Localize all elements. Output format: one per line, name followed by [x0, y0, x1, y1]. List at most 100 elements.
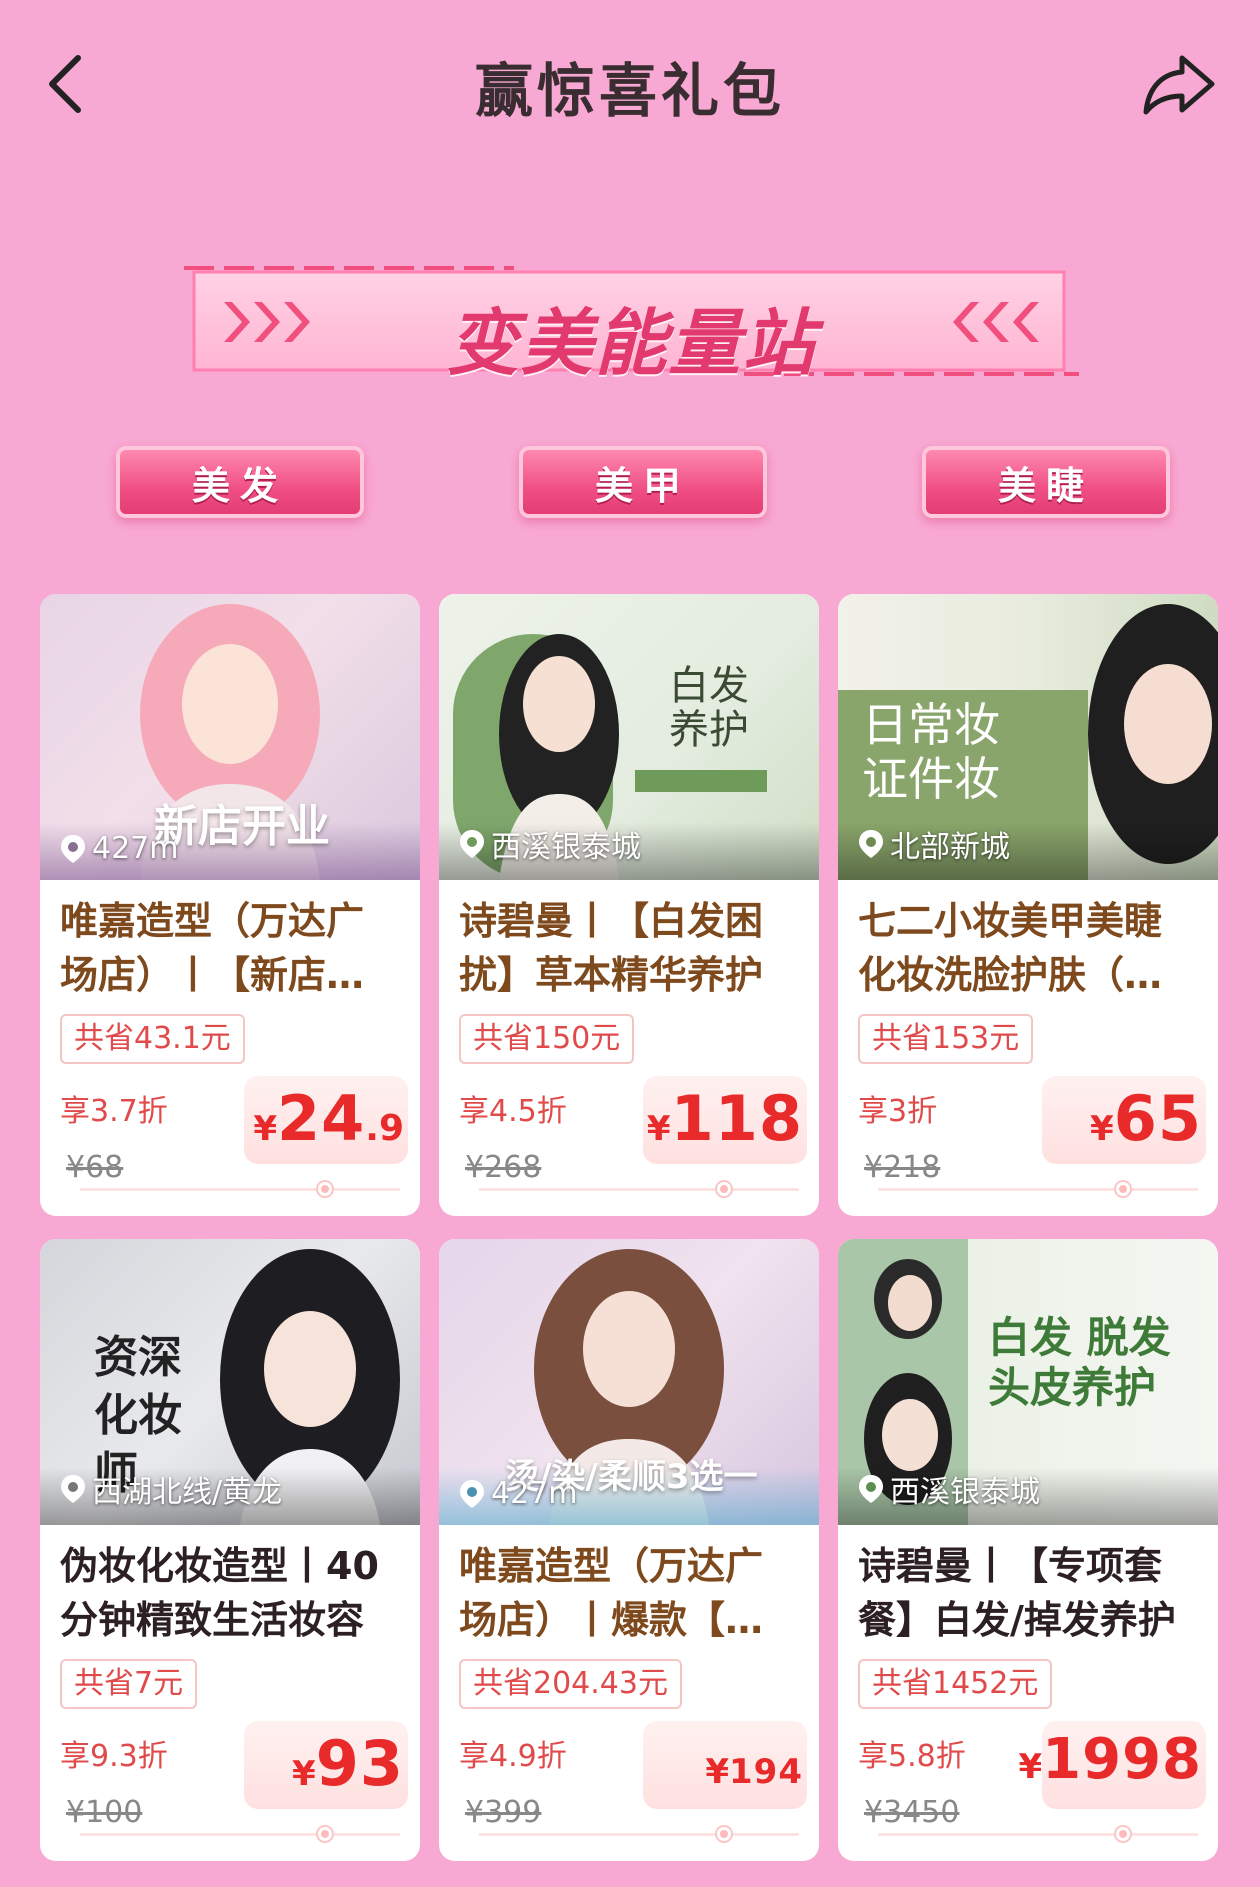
currency-symbol: ¥ — [705, 1752, 730, 1792]
savings-badge: 共省153元 — [858, 1014, 1034, 1064]
discount-text: 享3折 — [858, 1094, 938, 1129]
product-image: 白发 脱发 头皮养护 西溪银泰城 — [838, 1239, 1218, 1525]
location-pin-icon — [460, 830, 484, 858]
location-text: 西溪银泰城 — [491, 830, 641, 865]
original-price: ¥268 — [465, 1150, 542, 1185]
promo-banner: 变美能量站 — [184, 262, 1079, 385]
image-headline: 日常妆 证件妆 — [862, 698, 1000, 806]
location-pin-icon — [61, 1475, 85, 1503]
location-label: 西湖北线/黄龙 — [60, 1467, 282, 1511]
divider-dot — [1116, 1182, 1130, 1196]
card-divider — [479, 1188, 799, 1191]
deal-price: ¥65 — [1090, 1082, 1202, 1155]
divider-dot — [318, 1827, 332, 1841]
share-icon[interactable] — [1142, 52, 1216, 116]
discount-text: 享3.7折 — [60, 1094, 168, 1129]
savings-badge: 共省1452元 — [858, 1659, 1053, 1709]
location-label: 北部新城 — [858, 822, 1010, 866]
deal-title: 唯嘉造型（万达广场店）丨【新店开业】 — [60, 899, 365, 997]
deal-price: ¥93 — [292, 1727, 404, 1800]
divider-dot — [717, 1827, 731, 1841]
deal-title: 唯嘉造型（万达广场店）丨爆款【烫染】 — [459, 1544, 764, 1642]
tab-label: 美甲 — [594, 463, 691, 508]
price-integer: 24 — [276, 1082, 366, 1155]
card-divider — [878, 1833, 1198, 1836]
price-integer: 118 — [670, 1082, 803, 1155]
deal-card[interactable]: 白发养护 西溪银泰城 诗碧曼丨【白发困扰】草本精华养护 共省150元 享4.5折… — [439, 594, 819, 1216]
original-price: ¥399 — [465, 1795, 542, 1830]
savings-badge: 共省150元 — [459, 1014, 635, 1064]
product-image: 日常妆 证件妆 北部新城 — [838, 594, 1218, 880]
card-divider — [80, 1188, 400, 1191]
deal-card[interactable]: 白发 脱发 头皮养护 西溪银泰城 诗碧曼丨【专项套餐】白发/掉发养护 共省145… — [838, 1239, 1218, 1861]
discount-text: 享4.9折 — [459, 1739, 567, 1774]
original-price: ¥68 — [66, 1150, 124, 1185]
location-text: 北部新城 — [890, 830, 1010, 865]
product-image: 烫/染/柔顺3选一 427m — [439, 1239, 819, 1525]
card-divider — [878, 1188, 1198, 1191]
divider-dot — [1116, 1827, 1130, 1841]
location-pin-icon — [859, 830, 883, 858]
currency-symbol: ¥ — [1018, 1747, 1043, 1787]
deal-price: ¥194 — [705, 1751, 803, 1792]
deal-price: ¥24.9 — [253, 1082, 404, 1155]
currency-symbol: ¥ — [646, 1109, 671, 1149]
deal-title: 七二小妆美甲美睫化妆洗脸护肤（日常妆） — [858, 899, 1163, 997]
top-nav-bar: 赢惊喜礼包 — [0, 0, 1260, 170]
original-price: ¥218 — [864, 1150, 941, 1185]
product-image: 资深 化妆师 西湖北线/黄龙 — [40, 1239, 420, 1525]
deal-card[interactable]: 新店开业 427m 唯嘉造型（万达广场店）丨【新店开业】 共省43.1元 享3.… — [40, 594, 420, 1216]
divider-dot — [717, 1182, 731, 1196]
location-label: 427m — [459, 1476, 577, 1511]
tab-hair[interactable]: 美发 — [116, 446, 364, 518]
product-image: 白发养护 西溪银泰城 — [439, 594, 819, 880]
deal-card[interactable]: 日常妆 证件妆 北部新城 七二小妆美甲美睫化妆洗脸护肤（日常妆） 共省153元 … — [838, 594, 1218, 1216]
location-label: 西溪银泰城 — [858, 1467, 1040, 1511]
original-price: ¥3450 — [864, 1795, 960, 1830]
currency-symbol: ¥ — [253, 1109, 277, 1149]
location-text: 427m — [92, 831, 179, 866]
currency-symbol: ¥ — [1090, 1109, 1114, 1149]
deal-price: ¥118 — [647, 1082, 803, 1155]
tab-label: 美发 — [191, 463, 288, 508]
price-integer: 1998 — [1042, 1727, 1202, 1792]
tab-nails[interactable]: 美甲 — [519, 446, 767, 518]
location-pin-icon — [859, 1475, 883, 1503]
price-integer: 93 — [315, 1727, 404, 1800]
category-tabs: 美发 美甲 美睫 — [0, 446, 1260, 518]
deal-card[interactable]: 烫/染/柔顺3选一 427m 唯嘉造型（万达广场店）丨爆款【烫染】 共省204.… — [439, 1239, 819, 1861]
price-integer: 194 — [729, 1752, 803, 1792]
location-text: 西湖北线/黄龙 — [92, 1475, 283, 1510]
location-text: 西溪银泰城 — [890, 1475, 1040, 1510]
location-pin-icon — [460, 1479, 484, 1508]
deal-title: 诗碧曼丨【专项套餐】白发/掉发养护 — [858, 1544, 1176, 1642]
image-headline: 白发养护 — [669, 663, 749, 753]
image-headline: 白发 脱发 头皮养护 — [988, 1313, 1171, 1412]
deal-title: 伪妆化妆造型丨40分钟精致生活妆容 — [60, 1544, 379, 1642]
currency-symbol: ¥ — [292, 1754, 316, 1794]
divider-dot — [318, 1182, 332, 1196]
deal-title: 诗碧曼丨【白发困扰】草本精华养护 — [459, 899, 764, 997]
location-label: 西溪银泰城 — [459, 822, 641, 866]
location-text: 427m — [491, 1476, 578, 1511]
discount-text: 享9.3折 — [60, 1739, 168, 1774]
savings-badge: 共省43.1元 — [60, 1014, 245, 1064]
savings-badge: 共省204.43元 — [459, 1659, 682, 1709]
card-divider — [479, 1833, 799, 1836]
tab-lashes[interactable]: 美睫 — [922, 446, 1170, 518]
image-tag: 新店开业 — [154, 801, 330, 852]
deal-card[interactable]: 资深 化妆师 西湖北线/黄龙 伪妆化妆造型丨40分钟精致生活妆容 共省7元 享9… — [40, 1239, 420, 1861]
price-decimal: .9 — [365, 1108, 404, 1149]
location-label: 427m — [60, 831, 178, 866]
discount-text: 享4.5折 — [459, 1094, 567, 1129]
savings-badge: 共省7元 — [60, 1659, 198, 1709]
banner-title: 变美能量站 — [446, 301, 817, 385]
deal-price: ¥1998 — [1018, 1727, 1202, 1792]
card-divider — [80, 1833, 400, 1836]
page-title: 赢惊喜礼包 — [474, 57, 785, 125]
price-integer: 65 — [1113, 1082, 1202, 1155]
tab-label: 美睫 — [997, 463, 1094, 508]
product-image: 新店开业 427m — [40, 594, 420, 880]
location-pin-icon — [61, 834, 85, 863]
discount-text: 享5.8折 — [858, 1739, 966, 1774]
